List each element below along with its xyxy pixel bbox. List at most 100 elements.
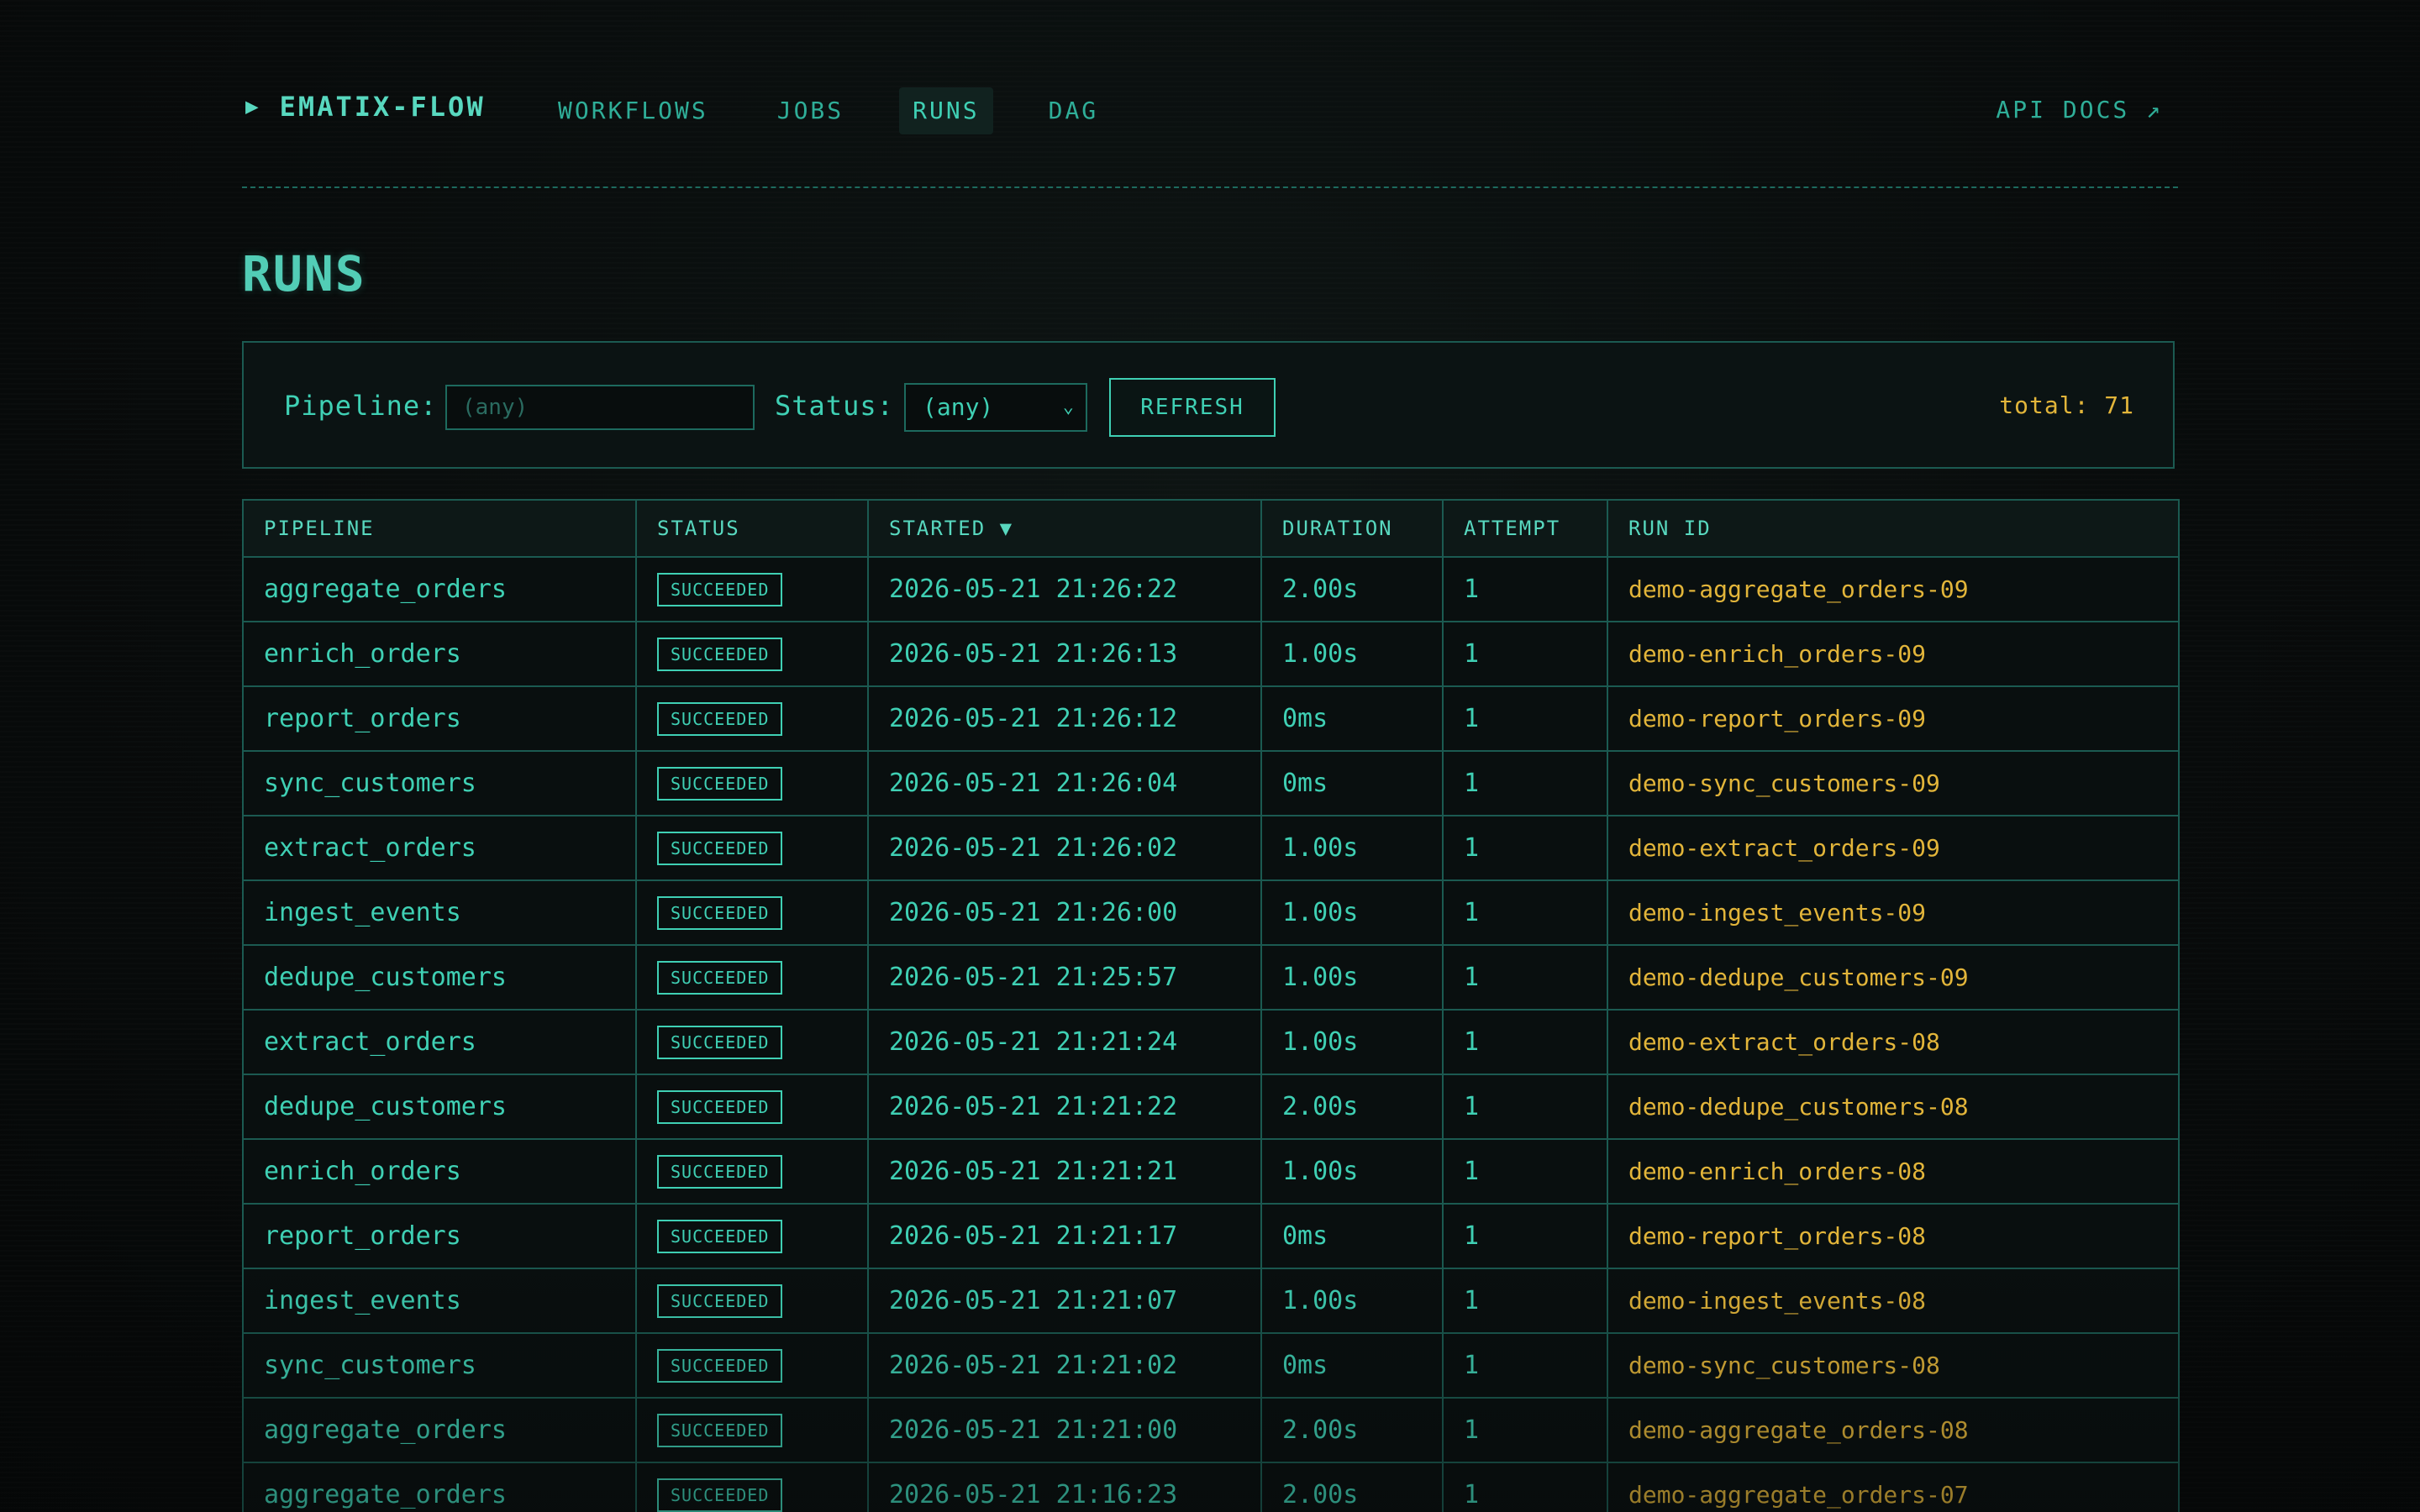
run-id-cell[interactable]: demo-report_orders-09 xyxy=(1607,685,2180,752)
table-row[interactable]: aggregate_orders SUCCEEDED 2026-05-21 21:2… xyxy=(242,556,2180,622)
started-cell: 2026-05-21 21:21:02 xyxy=(867,1332,1262,1399)
refresh-button[interactable]: REFRESH xyxy=(1109,378,1276,437)
run-id-cell[interactable]: demo-report_orders-08 xyxy=(1607,1203,2180,1269)
run-id-cell[interactable]: demo-aggregate_orders-08 xyxy=(1607,1397,2180,1463)
run-id-cell[interactable]: demo-extract_orders-09 xyxy=(1607,815,2180,881)
nav-link-dag[interactable]: DAG xyxy=(1035,87,1113,134)
attempt-cell: 1 xyxy=(1442,621,1608,687)
run-id-cell[interactable]: demo-ingest_events-08 xyxy=(1607,1268,2180,1334)
table-row[interactable]: ingest_events SUCCEEDED 2026-05-21 21:21:0… xyxy=(242,1268,2180,1334)
table-row[interactable]: report_orders SUCCEEDED 2026-05-21 21:21:1… xyxy=(242,1203,2180,1269)
attempt-cell: 1 xyxy=(1442,1138,1608,1205)
pipeline-cell[interactable]: sync_customers xyxy=(242,1332,637,1399)
col-header-status[interactable]: STATUS xyxy=(635,499,869,558)
status-select[interactable]: (any) ⌄ xyxy=(904,383,1087,432)
total-count: total: 71 xyxy=(1999,391,2134,419)
filter-panel: Pipeline: Status: (any) ⌄ REFRESH total:… xyxy=(242,341,2175,469)
table-row[interactable]: enrich_orders SUCCEEDED 2026-05-21 21:26:1… xyxy=(242,621,2180,687)
status-cell: SUCCEEDED xyxy=(635,944,869,1011)
api-docs-link[interactable]: API DOCS ↗ xyxy=(1996,96,2163,123)
table-row[interactable]: extract_orders SUCCEEDED 2026-05-21 21:26:… xyxy=(242,815,2180,881)
pipeline-cell[interactable]: extract_orders xyxy=(242,815,637,881)
pipeline-cell[interactable]: report_orders xyxy=(242,685,637,752)
pipeline-cell[interactable]: ingest_events xyxy=(242,879,637,946)
pipeline-cell[interactable]: aggregate_orders xyxy=(242,1397,637,1463)
status-cell: SUCCEEDED xyxy=(635,815,869,881)
pipeline-cell[interactable]: sync_customers xyxy=(242,750,637,816)
col-header-attempt[interactable]: ATTEMPT xyxy=(1442,499,1608,558)
started-cell: 2026-05-21 21:21:07 xyxy=(867,1268,1262,1334)
table-row[interactable]: sync_customers SUCCEEDED 2026-05-21 21:21:… xyxy=(242,1332,2180,1399)
brand[interactable]: ▶ EMATIX-FLOW xyxy=(245,91,486,123)
play-icon: ▶ xyxy=(245,94,261,119)
duration-cell: 1.00s xyxy=(1260,1138,1444,1205)
started-cell: 2026-05-21 21:21:21 xyxy=(867,1138,1262,1205)
status-cell: SUCCEEDED xyxy=(635,879,869,946)
run-id-cell[interactable]: demo-sync_customers-09 xyxy=(1607,750,2180,816)
run-id-cell[interactable]: demo-aggregate_orders-09 xyxy=(1607,556,2180,622)
pipeline-cell[interactable]: aggregate_orders xyxy=(242,1462,637,1512)
nav-link-runs[interactable]: RUNS xyxy=(899,87,993,134)
attempt-cell: 1 xyxy=(1442,879,1608,946)
nav-link-workflows[interactable]: WORKFLOWS xyxy=(544,87,722,134)
pipeline-cell[interactable]: dedupe_customers xyxy=(242,944,637,1011)
run-id-cell[interactable]: demo-dedupe_customers-08 xyxy=(1607,1074,2180,1140)
started-cell: 2026-05-21 21:21:00 xyxy=(867,1397,1262,1463)
status-badge: SUCCEEDED xyxy=(657,1284,783,1318)
attempt-cell: 1 xyxy=(1442,1462,1608,1512)
pipeline-input[interactable] xyxy=(445,385,755,430)
status-badge: SUCCEEDED xyxy=(657,960,783,995)
table-row[interactable]: aggregate_orders SUCCEEDED 2026-05-21 21:1… xyxy=(242,1462,2180,1512)
table-row[interactable]: enrich_orders SUCCEEDED 2026-05-21 21:21:2… xyxy=(242,1138,2180,1205)
col-header-duration[interactable]: DURATION xyxy=(1260,499,1444,558)
started-cell: 2026-05-21 21:25:57 xyxy=(867,944,1262,1011)
duration-cell: 2.00s xyxy=(1260,1462,1444,1512)
status-cell: SUCCEEDED xyxy=(635,1203,869,1269)
run-id-cell[interactable]: demo-aggregate_orders-07 xyxy=(1607,1462,2180,1512)
run-id-cell[interactable]: demo-extract_orders-08 xyxy=(1607,1009,2180,1075)
table-row[interactable]: ingest_events SUCCEEDED 2026-05-21 21:26:0… xyxy=(242,879,2180,946)
pipeline-cell[interactable]: aggregate_orders xyxy=(242,556,637,622)
pipeline-cell[interactable]: ingest_events xyxy=(242,1268,637,1334)
status-badge: SUCCEEDED xyxy=(657,1348,783,1383)
pipeline-cell[interactable]: enrich_orders xyxy=(242,1138,637,1205)
col-header-run-id[interactable]: RUN ID xyxy=(1607,499,2180,558)
duration-cell: 1.00s xyxy=(1260,621,1444,687)
status-cell: SUCCEEDED xyxy=(635,1074,869,1140)
status-badge: SUCCEEDED xyxy=(657,1154,783,1189)
status-cell: SUCCEEDED xyxy=(635,621,869,687)
duration-cell: 2.00s xyxy=(1260,1074,1444,1140)
pipeline-cell[interactable]: enrich_orders xyxy=(242,621,637,687)
duration-cell: 0ms xyxy=(1260,1203,1444,1269)
chevron-down-icon: ⌄ xyxy=(1062,396,1074,417)
nav-link-jobs[interactable]: JOBS xyxy=(764,87,857,134)
pipeline-cell[interactable]: report_orders xyxy=(242,1203,637,1269)
table-row[interactable]: report_orders SUCCEEDED 2026-05-21 21:26:1… xyxy=(242,685,2180,752)
duration-cell: 0ms xyxy=(1260,750,1444,816)
attempt-cell: 1 xyxy=(1442,1268,1608,1334)
page-title: RUNS xyxy=(242,245,366,302)
table-header-row: PIPELINE STATUS STARTED ▼ DURATION ATTEM… xyxy=(242,499,2180,558)
attempt-cell: 1 xyxy=(1442,556,1608,622)
run-id-cell[interactable]: demo-dedupe_customers-09 xyxy=(1607,944,2180,1011)
duration-cell: 2.00s xyxy=(1260,556,1444,622)
table-row[interactable]: sync_customers SUCCEEDED 2026-05-21 21:26:… xyxy=(242,750,2180,816)
status-badge: SUCCEEDED xyxy=(657,766,783,801)
attempt-cell: 1 xyxy=(1442,1074,1608,1140)
attempt-cell: 1 xyxy=(1442,685,1608,752)
run-id-cell[interactable]: demo-sync_customers-08 xyxy=(1607,1332,2180,1399)
table-row[interactable]: extract_orders SUCCEEDED 2026-05-21 21:21:… xyxy=(242,1009,2180,1075)
run-id-cell[interactable]: demo-enrich_orders-08 xyxy=(1607,1138,2180,1205)
table-row[interactable]: dedupe_customers SUCCEEDED 2026-05-21 21:2… xyxy=(242,1074,2180,1140)
col-header-pipeline[interactable]: PIPELINE xyxy=(242,499,637,558)
status-badge: SUCCEEDED xyxy=(657,831,783,865)
pipeline-cell[interactable]: extract_orders xyxy=(242,1009,637,1075)
table-row[interactable]: dedupe_customers SUCCEEDED 2026-05-21 21:2… xyxy=(242,944,2180,1011)
pipeline-cell[interactable]: dedupe_customers xyxy=(242,1074,637,1140)
duration-cell: 2.00s xyxy=(1260,1397,1444,1463)
run-id-cell[interactable]: demo-enrich_orders-09 xyxy=(1607,621,2180,687)
col-header-started[interactable]: STARTED ▼ xyxy=(867,499,1262,558)
table-row[interactable]: aggregate_orders SUCCEEDED 2026-05-21 21:2… xyxy=(242,1397,2180,1463)
run-id-cell[interactable]: demo-ingest_events-09 xyxy=(1607,879,2180,946)
duration-cell: 1.00s xyxy=(1260,879,1444,946)
